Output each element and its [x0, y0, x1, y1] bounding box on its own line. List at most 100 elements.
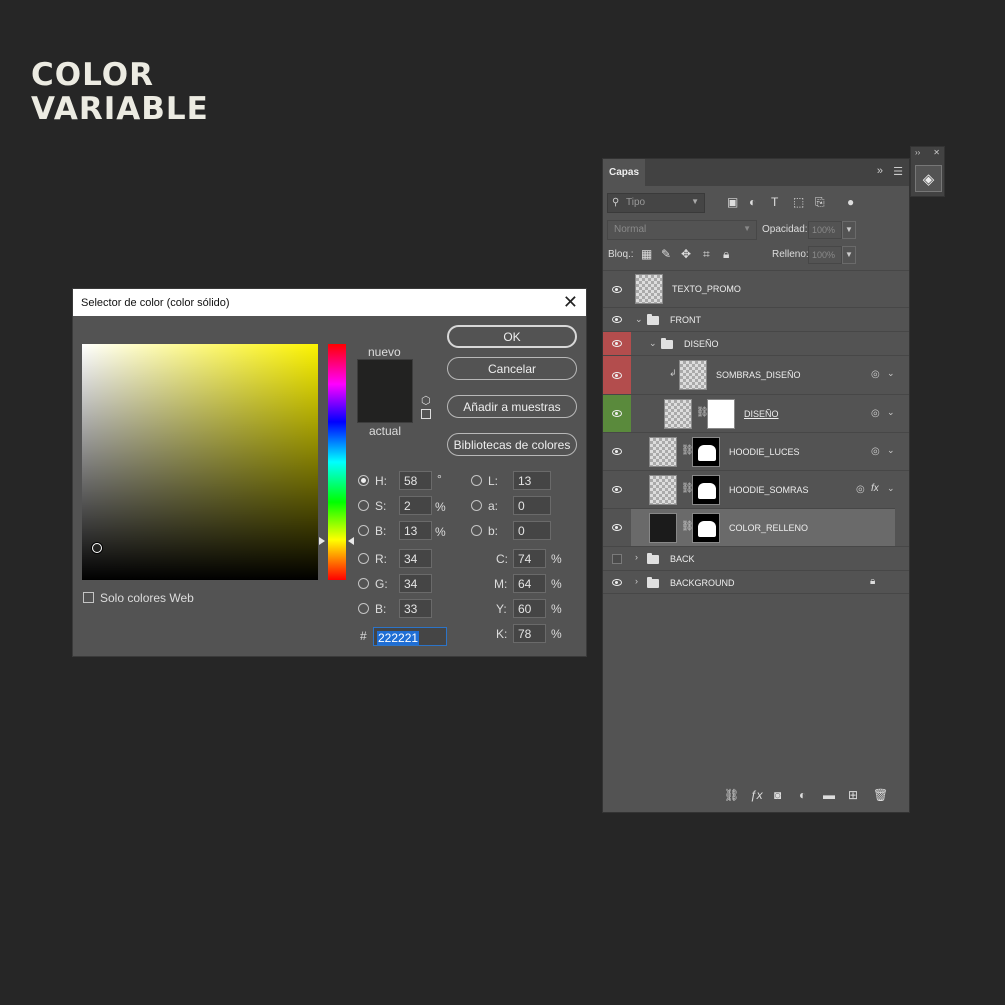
smart-filter-icon[interactable]: ◎	[871, 369, 880, 380]
adjustment-filter-icon[interactable]: ◐	[749, 195, 756, 209]
visibility-toggle[interactable]	[603, 547, 631, 570]
fill-input[interactable]: 100%	[808, 246, 842, 264]
hue-slider[interactable]	[328, 344, 346, 580]
text-filter-icon[interactable]: T	[771, 195, 778, 209]
hue-slider-arrow-right[interactable]	[348, 537, 354, 545]
add-mask-icon[interactable]: ◙	[774, 788, 781, 802]
input-b[interactable]: 0	[513, 521, 551, 540]
fx-icon[interactable]: fx	[871, 483, 879, 494]
radio-h[interactable]	[358, 475, 369, 486]
adjustment-layer-icon[interactable]: ◐	[799, 788, 806, 802]
filter-toggle-icon[interactable]: ●	[847, 195, 854, 209]
smart-filter-icon[interactable]: ◎	[871, 446, 880, 457]
layer-row[interactable]: ⛓ HOODIE_LUCES ◎ ⌄	[603, 432, 909, 470]
layer-row-selected[interactable]: ⛓ COLOR_RELLENO	[603, 508, 895, 546]
double-chevron-icon[interactable]: »	[877, 165, 883, 177]
close-icon[interactable]: ✕	[563, 293, 578, 311]
chevron-down-icon[interactable]: ⌄	[887, 483, 895, 494]
websafe-square-icon[interactable]	[421, 409, 431, 419]
input-h[interactable]: 58	[399, 471, 432, 490]
layer-group-row[interactable]: › BACKGROUND 🔒︎	[603, 570, 909, 594]
cube-icon[interactable]: ⬡	[421, 394, 431, 407]
radio-b[interactable]	[471, 525, 482, 536]
input-bc[interactable]: 33	[399, 599, 432, 618]
chevron-down-icon[interactable]: ⌄	[887, 407, 895, 418]
new-layer-icon[interactable]: ⊞	[848, 788, 858, 802]
web-colors-checkbox[interactable]	[83, 592, 94, 603]
input-s[interactable]: 2	[399, 496, 432, 515]
lock-artboard-icon[interactable]: ⌗	[703, 247, 710, 262]
radio-r[interactable]	[358, 553, 369, 564]
radio-bv[interactable]	[358, 525, 369, 536]
blend-mode-select[interactable]: Normal ▼	[607, 220, 757, 240]
chevron-right-icon[interactable]: ›	[635, 552, 638, 562]
chevron-down-icon[interactable]: ⌄	[887, 445, 895, 456]
visibility-toggle[interactable]	[603, 509, 631, 546]
visibility-toggle[interactable]	[603, 271, 631, 307]
visibility-toggle[interactable]	[603, 471, 631, 508]
fx-icon[interactable]: ƒx	[750, 788, 763, 802]
radio-g[interactable]	[358, 578, 369, 589]
cancel-button[interactable]: Cancelar	[447, 357, 577, 380]
input-g[interactable]: 34	[399, 574, 432, 593]
close-icon[interactable]: ✕	[933, 148, 940, 157]
lock-pixels-icon[interactable]: ✎	[661, 247, 671, 261]
hex-input[interactable]: 222221	[373, 627, 447, 646]
image-filter-icon[interactable]: ▣	[727, 195, 738, 209]
smart-filter-icon[interactable]: ◎	[871, 408, 880, 419]
layer-row[interactable]: ⛓ HOODIE_SOMRAS ◎ fx ⌄	[603, 470, 909, 508]
layer-row[interactable]: ⛓ DISEÑO ◎ ⌄	[603, 394, 909, 432]
chevron-right-icon[interactable]: ›	[635, 576, 638, 586]
visibility-toggle[interactable]	[603, 356, 631, 394]
fill-chevron-icon[interactable]: ▼	[842, 246, 856, 264]
input-bv[interactable]: 13	[399, 521, 432, 540]
radio-a[interactable]	[471, 500, 482, 511]
color-libraries-button[interactable]: Bibliotecas de colores	[447, 433, 577, 456]
lock-transparency-icon[interactable]: ▦	[641, 247, 652, 261]
radio-bc[interactable]	[358, 603, 369, 614]
expand-icon[interactable]: ››	[915, 148, 920, 157]
input-c[interactable]: 74	[513, 549, 546, 568]
color-cursor[interactable]	[92, 543, 102, 553]
link-layers-icon[interactable]: ⛓	[724, 788, 739, 802]
ok-button[interactable]: OK	[447, 325, 577, 348]
layer-group-row[interactable]: › BACK	[603, 546, 909, 570]
opacity-chevron-icon[interactable]: ▼	[842, 221, 856, 239]
saturation-brightness-field[interactable]	[82, 344, 318, 580]
layer-mask-thumbnail[interactable]	[692, 475, 720, 505]
layer-mask-thumbnail[interactable]	[692, 513, 720, 543]
input-y[interactable]: 60	[513, 599, 546, 618]
shape-filter-icon[interactable]: ⬚	[793, 195, 804, 209]
chevron-down-icon[interactable]: ⌄	[635, 314, 643, 325]
input-a[interactable]: 0	[513, 496, 551, 515]
input-k[interactable]: 78	[513, 624, 546, 643]
visibility-toggle[interactable]	[603, 571, 631, 593]
visibility-toggle[interactable]	[603, 332, 631, 355]
chevron-down-icon[interactable]: ⌄	[887, 368, 895, 379]
radio-s[interactable]	[358, 500, 369, 511]
smart-filter-icon[interactable]: ◎	[856, 484, 865, 495]
layer-mask-thumbnail[interactable]	[707, 399, 735, 429]
visibility-toggle[interactable]	[603, 308, 631, 331]
panel-menu-icon[interactable]: ☰	[893, 165, 903, 178]
add-to-swatches-button[interactable]: Añadir a muestras	[447, 395, 577, 418]
lock-position-icon[interactable]: ✥	[681, 247, 691, 261]
opacity-input[interactable]: 100%	[808, 221, 842, 239]
input-l[interactable]: 13	[513, 471, 551, 490]
layer-mask-thumbnail[interactable]	[692, 437, 720, 467]
layer-group-row[interactable]: ⌄ DISEÑO	[603, 331, 909, 355]
layers-stack-icon[interactable]: ◈	[915, 165, 942, 192]
layer-group-row[interactable]: ⌄ FRONT	[603, 307, 909, 331]
filter-kind-select[interactable]: ⚲ Tipo ▼	[607, 193, 705, 213]
lock-icon[interactable]: 🔒︎	[870, 576, 875, 587]
layer-row[interactable]: ↲ SOMBRAS_DISEÑO ◎ ⌄	[603, 355, 909, 394]
tab-layers[interactable]: Capas	[603, 159, 645, 186]
layer-row[interactable]: TEXTO_PROMO	[603, 270, 909, 307]
chevron-down-icon[interactable]: ⌄	[649, 338, 657, 349]
trash-icon[interactable]: 🗑︎	[873, 788, 888, 802]
input-r[interactable]: 34	[399, 549, 432, 568]
lock-all-icon[interactable]: 🔒︎	[723, 247, 729, 262]
input-m[interactable]: 64	[513, 574, 546, 593]
hue-slider-arrow-left[interactable]	[319, 537, 325, 545]
radio-l[interactable]	[471, 475, 482, 486]
